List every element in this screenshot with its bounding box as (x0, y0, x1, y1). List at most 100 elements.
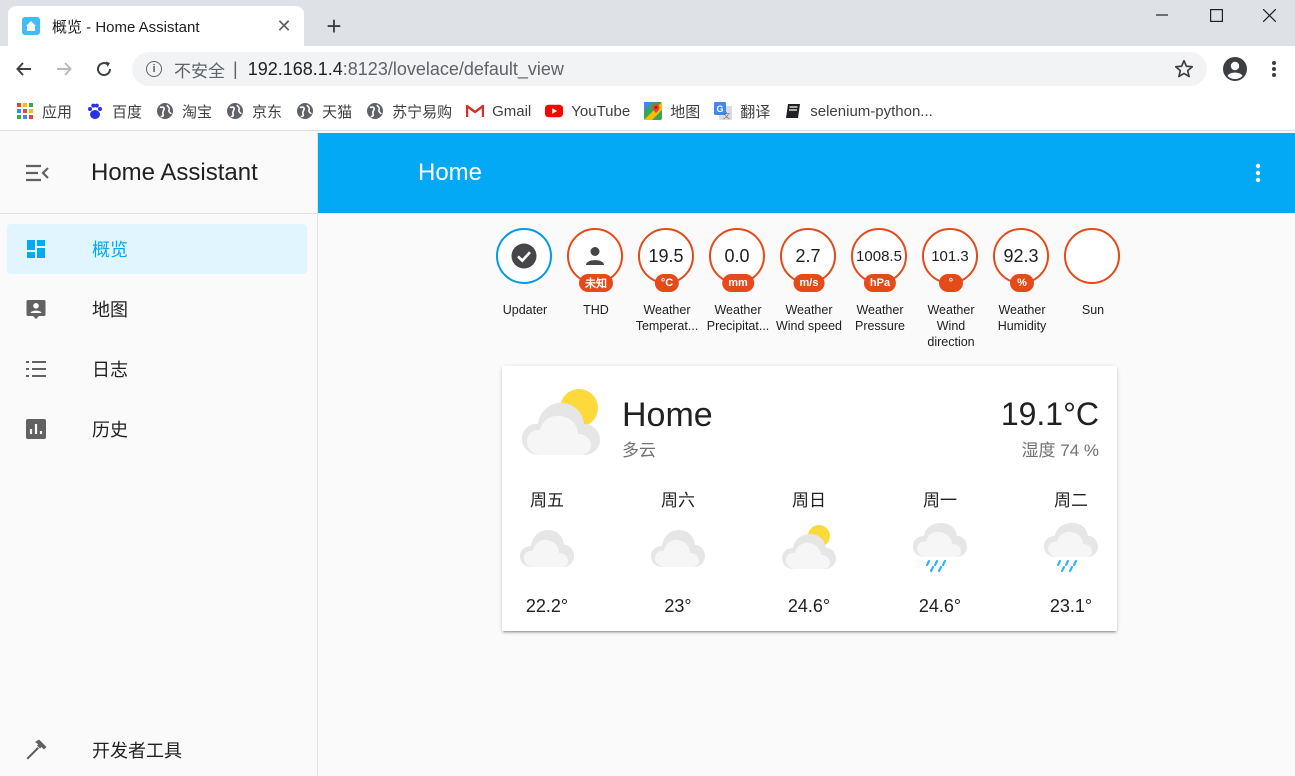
rainy-icon (1044, 523, 1098, 573)
partly-cloudy-icon (522, 389, 600, 455)
browser-toolbar: i 不安全 | 192.168.1.4:8123/lovelace/defaul… (0, 46, 1295, 92)
badge-unit: °C (654, 274, 680, 292)
bookmark-star-icon[interactable] (1173, 58, 1195, 80)
sidebar-item-overview[interactable]: 概览 (7, 224, 307, 274)
forecast-day-name: 周六 (661, 491, 695, 510)
bookmark-label: 苏宁易购 (392, 103, 453, 121)
bookmark-label: YouTube (571, 102, 631, 120)
badge-unit: m/s (793, 274, 825, 292)
page-title: Home (418, 159, 483, 186)
back-arrow-icon[interactable] (9, 54, 39, 84)
bookmark-gmail[interactable]: Gmail (466, 97, 531, 125)
bookmark-taobao[interactable]: 淘宝 (156, 97, 212, 125)
cloudy-icon (520, 530, 574, 567)
svg-text:文: 文 (723, 111, 730, 120)
badge-label: Weather Wind direction (927, 303, 975, 349)
omnibox-separator: | (233, 58, 238, 79)
bookmark-maps[interactable]: 地图 (644, 97, 700, 125)
weather-card[interactable]: Home 多云 19.1°C 湿度 74 % 周五 22.2° 周六 23° 周… (502, 366, 1117, 631)
check-circle-icon (511, 243, 537, 269)
forecast-temperature: 23° (664, 596, 692, 616)
forecast-day: 周二 23.1° (1026, 486, 1116, 617)
bookmarks-bar: 应用 百度 淘宝 京东 天猫 苏宁易购 Gmail YouTube 地图 G 文… (0, 92, 1295, 131)
sidebar-item-developer-tools[interactable]: 开发者工具 (7, 725, 307, 775)
address-bar[interactable]: i 不安全 | 192.168.1.4:8123/lovelace/defaul… (132, 52, 1207, 86)
security-status: 不安全 (174, 61, 225, 81)
bookmark-suning[interactable]: 苏宁易购 (366, 97, 452, 125)
cloudy-icon (651, 530, 705, 567)
weather-location: Home (622, 396, 713, 434)
badge-unit: % (1010, 274, 1034, 292)
globe-icon (156, 102, 174, 120)
forecast-temperature: 22.2° (525, 596, 569, 616)
sidebar-item-label: 历史 (92, 420, 128, 440)
badge-unit: hPa (863, 274, 897, 292)
sidebar-item-label: 地图 (92, 300, 128, 320)
forward-arrow-icon[interactable] (49, 54, 79, 84)
sidebar-item-logbook[interactable]: 日志 (7, 344, 307, 394)
close-window-icon[interactable] (1243, 0, 1295, 30)
reload-icon[interactable] (89, 54, 119, 84)
partly-cloudy-icon (782, 525, 836, 569)
sidebar-item-label: 概览 (92, 240, 128, 260)
bookmark-label: 翻译 (740, 103, 771, 121)
rainy-icon (913, 523, 967, 573)
sidebar-item-label: 日志 (92, 360, 128, 380)
bookmark-baidu[interactable]: 百度 (86, 97, 142, 125)
moon-icon (1089, 246, 1099, 266)
weather-temperature: 19.1°C (1000, 396, 1099, 432)
sidebar-item-map[interactable]: 地图 (7, 284, 307, 334)
tab-title: 概览 - Home Assistant (52, 18, 200, 36)
bookmark-label: 地图 (670, 103, 701, 121)
profile-avatar-icon[interactable] (1220, 54, 1250, 84)
badge-label: Weather Precipitat... (706, 303, 770, 333)
info-icon[interactable]: i (146, 61, 162, 77)
bookmark-translate[interactable]: G文 翻译 (714, 97, 770, 125)
youtube-icon (545, 102, 564, 120)
book-icon (784, 102, 802, 120)
bookmark-selenium[interactable]: selenium-python... (784, 97, 933, 125)
home-assistant-favicon-icon (22, 17, 40, 35)
bookmark-label: 京东 (252, 103, 283, 121)
badge-row: Updater 未知 THD 19.5 °C Weather Temperat.… (490, 228, 1130, 358)
browser-tab[interactable]: 概览 - Home Assistant ✕ (8, 6, 304, 46)
bookmark-apps[interactable]: 应用 (16, 97, 72, 125)
hammer-icon (26, 739, 47, 760)
badge-circle (1064, 228, 1120, 284)
badge-label: Weather Pressure (854, 303, 906, 333)
bookmark-youtube[interactable]: YouTube (545, 97, 630, 125)
forecast-day: 周日 24.6° (764, 486, 854, 617)
bookmark-tmall[interactable]: 天猫 (296, 97, 352, 125)
forecast-day: 周六 23° (633, 486, 723, 617)
sidebar-item-label: 开发者工具 (92, 741, 182, 761)
bookmark-jd[interactable]: 京东 (226, 97, 282, 125)
forecast-temperature: 24.6° (787, 596, 831, 616)
translate-icon: G文 (714, 102, 733, 120)
forecast-day-name: 周日 (792, 491, 826, 510)
close-tab-icon[interactable]: ✕ (272, 14, 296, 38)
baidu-paw-icon (86, 102, 104, 120)
more-vertical-icon[interactable] (1246, 161, 1270, 185)
forecast-day-name: 周二 (1054, 491, 1088, 510)
forecast-day-name: 周五 (530, 491, 564, 510)
bookmark-label: 百度 (112, 103, 143, 121)
bookmark-label: 淘宝 (182, 103, 213, 121)
sidebar-title: Home Assistant (91, 159, 258, 186)
badge-label: THD (583, 303, 609, 317)
map-account-icon (26, 300, 46, 319)
bookmark-label: 天猫 (322, 103, 353, 121)
forecast-day-name: 周一 (923, 491, 957, 510)
browser-menu-icon[interactable] (1259, 54, 1289, 84)
forecast-temperature: 24.6° (918, 596, 962, 616)
new-tab-button[interactable]: + (318, 10, 350, 42)
badge-label: Weather Temperat... (635, 303, 699, 333)
globe-icon (296, 102, 314, 120)
minimize-window-icon[interactable] (1136, 0, 1188, 30)
menu-collapse-icon[interactable] (24, 161, 50, 185)
weather-humidity: 湿度 74 % (1021, 441, 1099, 460)
maximize-window-icon[interactable] (1190, 0, 1242, 30)
badge-circle (496, 228, 552, 284)
badge-unit: 未知 (579, 274, 613, 292)
sidebar-item-history[interactable]: 历史 (7, 404, 307, 454)
badge-label: Updater (502, 303, 548, 317)
